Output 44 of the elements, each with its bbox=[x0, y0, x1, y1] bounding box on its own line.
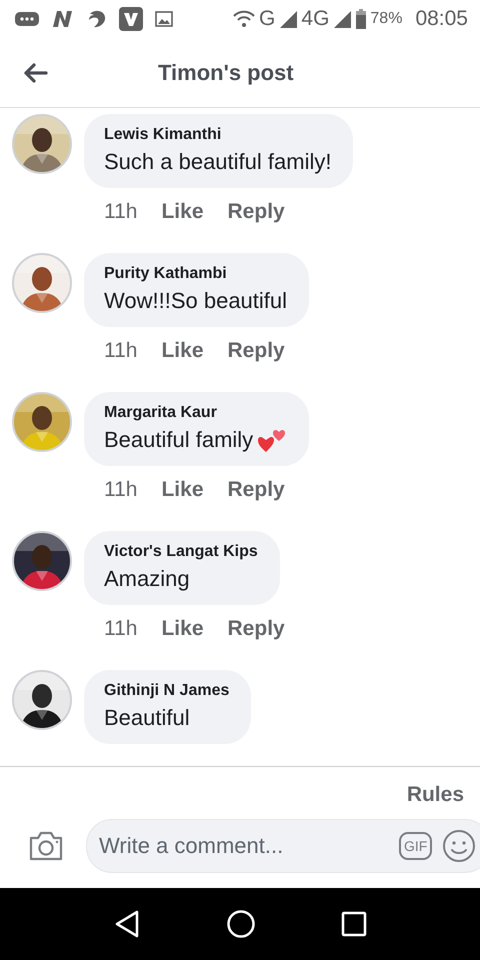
gif-button[interactable]: GIF bbox=[399, 832, 432, 860]
image-icon bbox=[154, 10, 174, 28]
comment-author[interactable]: Githinji N James bbox=[104, 682, 230, 700]
home-icon[interactable] bbox=[226, 909, 256, 939]
reply-link[interactable]: Reply bbox=[228, 478, 285, 502]
comment-time: 11h bbox=[104, 617, 138, 641]
signal-icon bbox=[332, 9, 352, 29]
comment-text: Beautiful bbox=[104, 705, 190, 731]
like-link[interactable]: Like bbox=[161, 339, 204, 363]
rules-link[interactable]: Rules bbox=[406, 783, 464, 807]
comment-text: Amazing bbox=[104, 566, 190, 592]
camera-icon[interactable] bbox=[28, 830, 64, 862]
back-arrow-icon[interactable] bbox=[22, 62, 48, 84]
comment-text: Wow!!!So beautiful bbox=[104, 288, 288, 314]
comment-author[interactable]: Margarita Kaur bbox=[104, 404, 288, 422]
like-link[interactable]: Like bbox=[161, 478, 204, 502]
comment-author[interactable]: Victor's Langat Kips bbox=[104, 543, 258, 561]
comment-author[interactable]: Lewis Kimanthi bbox=[104, 126, 332, 144]
app-icon bbox=[118, 6, 144, 32]
wifi-icon bbox=[232, 10, 256, 28]
page-title: Timon's post bbox=[158, 60, 294, 86]
comment-time: 11h bbox=[104, 478, 138, 502]
back-icon[interactable] bbox=[112, 909, 141, 939]
battery-percent: 78% bbox=[370, 10, 402, 28]
comment-time: 11h bbox=[104, 200, 138, 224]
comment-author[interactable]: Purity Kathambi bbox=[104, 265, 288, 283]
battery-icon bbox=[355, 8, 368, 30]
like-link[interactable]: Like bbox=[161, 617, 204, 641]
like-link[interactable]: Like bbox=[161, 200, 204, 224]
network-label: G bbox=[259, 7, 276, 31]
recent-apps-icon[interactable] bbox=[341, 911, 368, 937]
reply-link[interactable]: Reply bbox=[228, 617, 285, 641]
message-icon bbox=[14, 10, 40, 28]
status-time: 08:05 bbox=[415, 7, 468, 31]
reply-link[interactable]: Reply bbox=[228, 339, 285, 363]
comment-text: Beautiful family bbox=[104, 427, 254, 453]
network-label: 4G bbox=[301, 7, 330, 31]
comment-text: Such a beautiful family! bbox=[104, 149, 332, 175]
comment-input[interactable]: Write a comment... GIF bbox=[86, 819, 480, 873]
signal-icon bbox=[278, 9, 298, 29]
hearts-icon bbox=[257, 427, 288, 453]
emoji-icon[interactable] bbox=[442, 829, 476, 863]
comment-time: 11h bbox=[104, 339, 138, 363]
reply-link[interactable]: Reply bbox=[228, 200, 285, 224]
